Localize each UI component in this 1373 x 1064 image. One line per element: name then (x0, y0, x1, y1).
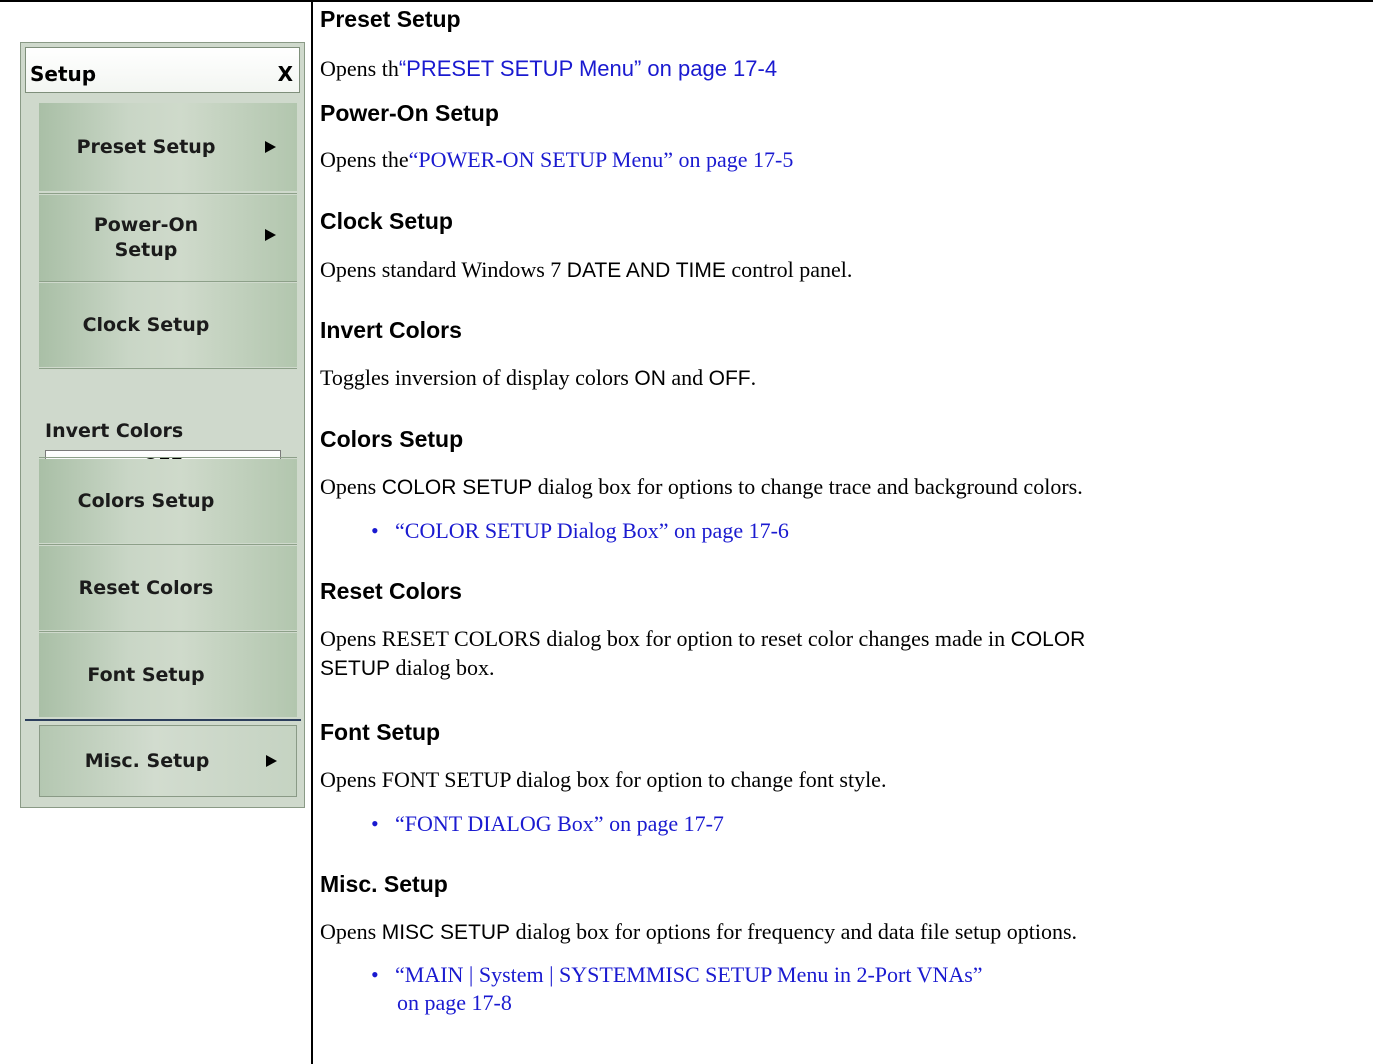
misc-setup-heading: Misc. Setup (320, 871, 448, 897)
menu-separator (39, 631, 297, 632)
font-setup-label: Font Setup (87, 664, 205, 686)
power-on-setup-label-line1: Power-On (93, 214, 199, 236)
setup-menu-panel: Setup X Preset Setup Power-On Setup Cloc… (20, 42, 305, 808)
colors-setup-heading: Colors Setup (320, 426, 464, 452)
invert-colors-desc: Toggles inversion of display colors ON a… (320, 365, 757, 390)
menu-separator (39, 544, 297, 545)
reset-colors-heading: Reset Colors (320, 578, 462, 604)
color-setup-dialog-link[interactable]: “COLOR SETUP Dialog Box” on page 17-6 (395, 518, 789, 543)
clock-setup-button[interactable]: Clock Setup (39, 283, 297, 367)
menu-separator (39, 193, 297, 194)
submenu-arrow-icon (265, 229, 276, 241)
menu-title: Setup (30, 62, 97, 86)
submenu-arrow-icon (266, 755, 277, 767)
misc-setup-menu-link-line1[interactable]: “MAIN | System | SYSTEMMISC SETUP Menu i… (395, 962, 983, 987)
font-dialog-link[interactable]: “FONT DIALOG Box” on page 17-7 (395, 811, 724, 836)
misc-setup-menu-link-line2[interactable]: on page 17-8 (338, 989, 1338, 1017)
clock-setup-desc: Opens standard Windows 7 DATE AND TIME c… (320, 257, 853, 282)
misc-setup-desc: Opens MISC SETUP dialog box for options … (320, 919, 1078, 944)
clock-setup-heading: Clock Setup (320, 208, 453, 234)
font-setup-desc: Opens FONT SETUP dialog box for option t… (320, 767, 887, 792)
preset-setup-button[interactable]: Preset Setup (39, 103, 297, 191)
reset-colors-desc: Opens RESET COLORS dialog box for option… (320, 626, 1086, 680)
menu-divider (25, 719, 301, 721)
submenu-arrow-icon (265, 141, 276, 153)
misc-setup-button[interactable]: Misc. Setup (39, 725, 297, 797)
font-setup-heading: Font Setup (320, 719, 441, 745)
colors-setup-desc: Opens COLOR SETUP dialog box for options… (320, 474, 1083, 499)
power-on-setup-button[interactable]: Power-On Setup (39, 195, 297, 281)
misc-setup-label: Misc. Setup (84, 750, 210, 772)
preset-setup-heading: Preset Setup (320, 6, 461, 32)
colors-setup-label: Colors Setup (77, 490, 215, 512)
colors-setup-button[interactable]: Colors Setup (39, 459, 297, 543)
colors-setup-bullet: • “COLOR SETUP Dialog Box” on page 17-6 (371, 518, 789, 543)
column-divider (311, 0, 313, 1064)
top-rule (0, 0, 1373, 2)
invert-colors-label: Invert Colors (45, 420, 184, 442)
preset-setup-desc: Opens th“PRESET SETUP Menu” on page 17-4 (320, 56, 778, 81)
clock-setup-label: Clock Setup (82, 314, 210, 336)
close-button[interactable]: X (278, 62, 293, 86)
font-setup-bullet: • “FONT DIALOG Box” on page 17-7 (371, 811, 724, 836)
power-on-setup-heading: Power-On Setup (320, 100, 499, 126)
font-setup-button[interactable]: Font Setup (39, 633, 297, 717)
reset-colors-label: Reset Colors (78, 577, 214, 599)
power-on-setup-desc: Opens the“POWER-ON SETUP Menu” on page 1… (320, 147, 794, 172)
misc-setup-bullet: • “MAIN | System | SYSTEMMISC SETUP Menu … (338, 961, 1338, 1017)
reset-colors-button[interactable]: Reset Colors (39, 546, 297, 630)
invert-colors-heading: Invert Colors (320, 317, 462, 343)
power-on-setup-link[interactable]: “POWER-ON SETUP Menu” on page 17-5 (409, 147, 794, 172)
menu-separator (39, 457, 297, 458)
menu-separator (39, 281, 297, 282)
power-on-setup-label-line2: Setup (114, 239, 178, 261)
menu-separator (39, 368, 297, 369)
preset-setup-label: Preset Setup (76, 136, 216, 158)
preset-setup-link[interactable]: “PRESET SETUP Menu” on page 17-4 (399, 56, 777, 81)
menu-title-bar: Setup X (25, 47, 300, 93)
